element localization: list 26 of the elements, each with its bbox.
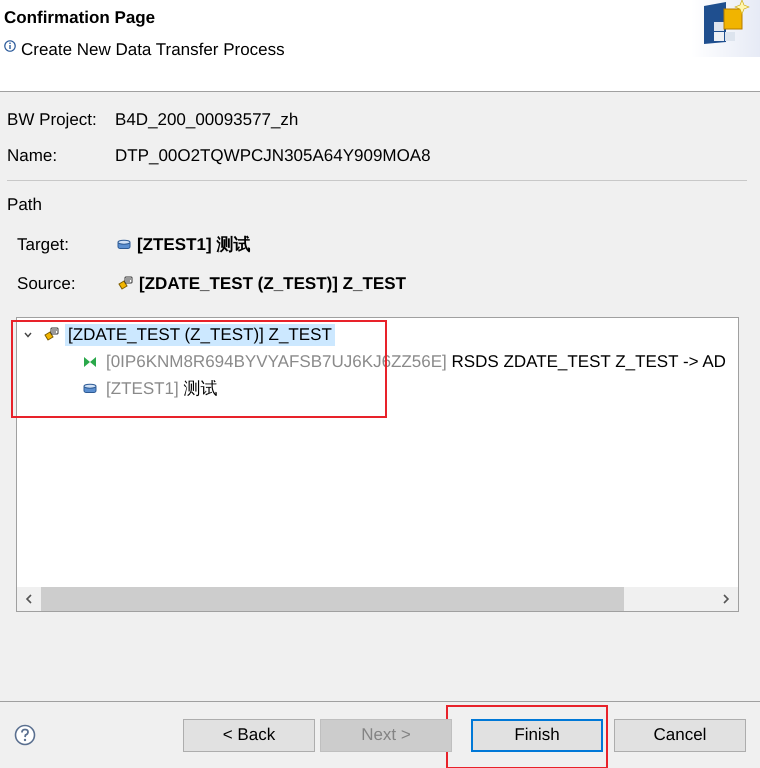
path-label: Target: <box>17 234 70 254</box>
cylinder-icon <box>83 382 97 394</box>
path-label: Source: <box>17 274 77 294</box>
dialog-button[interactable]: Cancel <box>614 718 746 752</box>
bowtie-icon <box>83 356 97 368</box>
page-message: Create New Data Transfer Process <box>21 40 285 60</box>
datasource-icon <box>117 276 133 292</box>
cylinder-icon <box>117 238 131 250</box>
dialog-button[interactable]: Finish <box>471 718 603 752</box>
field-value: B4D_200_00093577_zh <box>115 110 298 130</box>
scroll-left-icon[interactable] <box>24 593 34 605</box>
info-icon <box>4 40 16 52</box>
section-title: Path <box>7 195 43 216</box>
scroll-right-icon[interactable] <box>721 593 731 605</box>
page-title: Confirmation Page <box>4 8 156 28</box>
path-value: [ZDATE_TEST (Z_TEST)] Z_TEST <box>139 274 406 294</box>
field-label: BW Project: <box>7 110 98 130</box>
help-icon[interactable] <box>14 724 36 746</box>
field-label: Name: <box>7 146 58 166</box>
datasource-icon <box>43 326 59 342</box>
tree-item[interactable]: [ZDATE_TEST (Z_TEST)] Z_TEST <box>65 324 335 346</box>
path-value: [ZTEST1] 测试 <box>137 234 250 256</box>
horizontal-scrollbar[interactable] <box>17 587 738 611</box>
field-value: DTP_00O2TQWPCJN305A64Y909MOA8 <box>115 146 431 166</box>
tree-item[interactable]: [ZTEST1] 测试 <box>103 376 220 401</box>
dialog-button[interactable]: < Back <box>183 718 315 752</box>
